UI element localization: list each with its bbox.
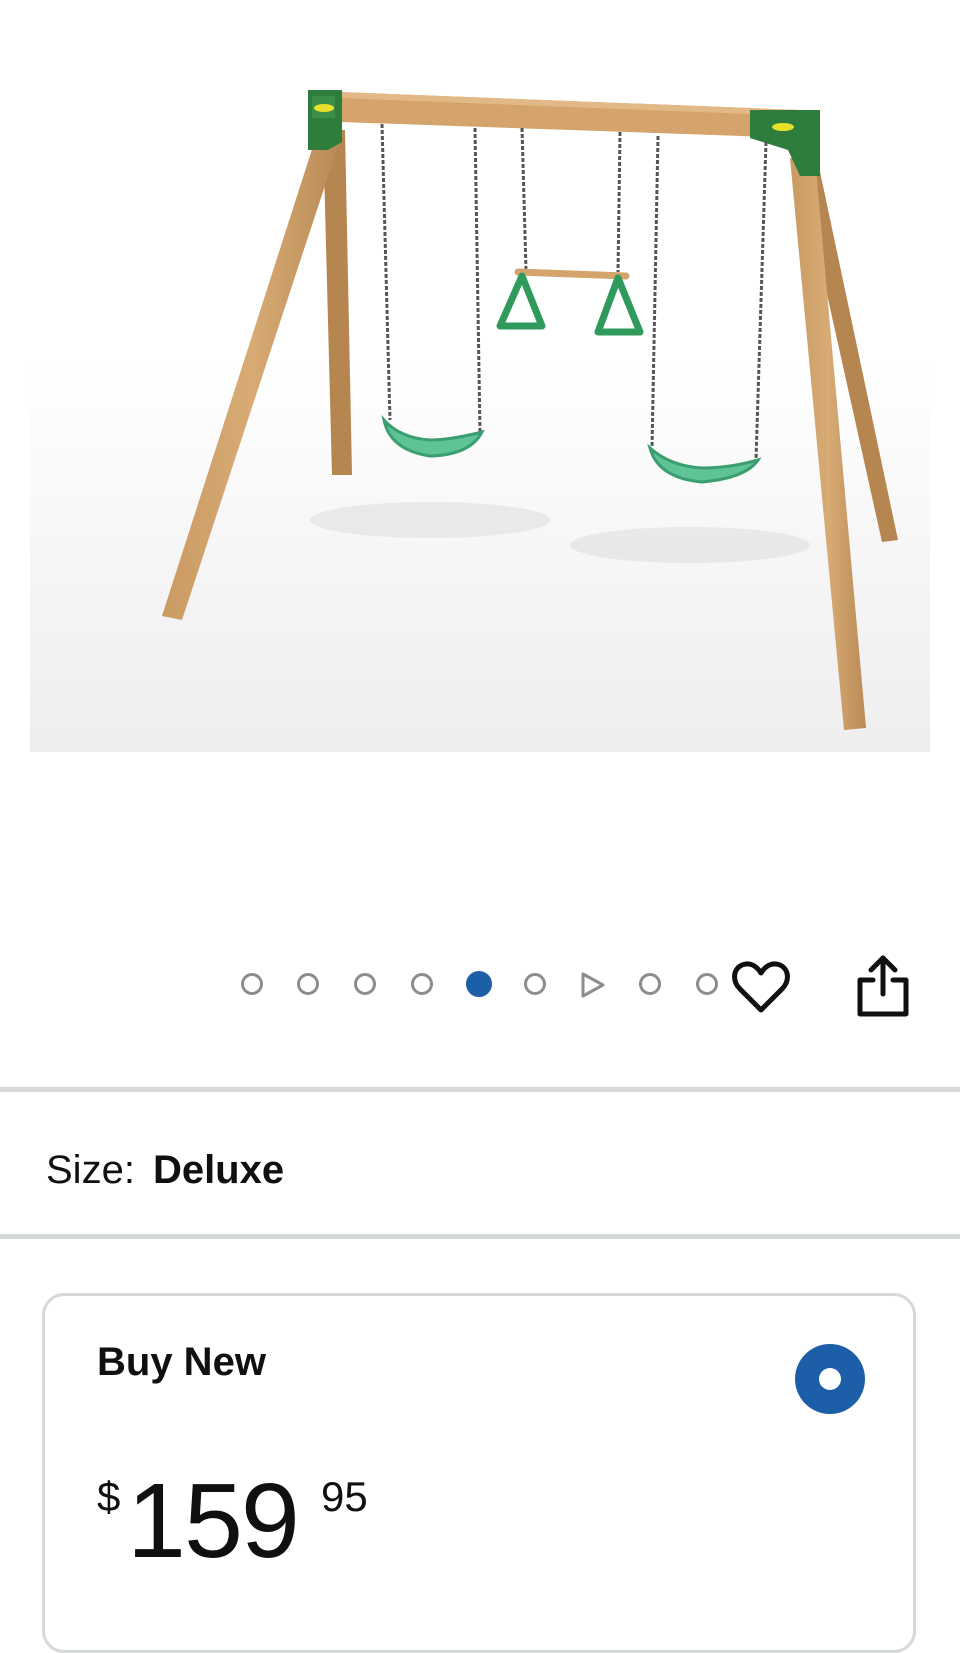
carousel-video-icon[interactable] (578, 971, 606, 999)
carousel-dot[interactable] (411, 973, 433, 995)
image-carousel-controls (0, 950, 960, 1020)
heart-icon[interactable] (730, 956, 792, 1018)
buy-new-option[interactable]: Buy New $ 159 95 (42, 1293, 916, 1653)
price-fraction: 95 (321, 1473, 368, 1520)
carousel-dot[interactable] (524, 973, 546, 995)
carousel-dot-active[interactable] (466, 971, 492, 997)
radio-selected-indicator (819, 1368, 841, 1390)
size-value: Deluxe (152, 1148, 285, 1192)
buy-new-title: Buy New (97, 1340, 266, 1384)
product-image[interactable] (30, 0, 930, 752)
carousel-dot[interactable] (297, 973, 319, 995)
carousel-dot[interactable] (696, 973, 718, 995)
section-divider (0, 1087, 960, 1092)
buy-new-radio[interactable] (795, 1344, 865, 1414)
size-label: Size: (46, 1148, 135, 1192)
size-selector[interactable]: Size: Deluxe (46, 1140, 284, 1200)
carousel-dot[interactable] (354, 973, 376, 995)
price-currency-symbol: $ (97, 1473, 121, 1520)
section-divider (0, 1234, 960, 1239)
carousel-dot[interactable] (241, 973, 263, 995)
carousel-dot[interactable] (639, 973, 661, 995)
price-whole: 159 (127, 1462, 300, 1580)
share-icon[interactable] (854, 952, 912, 1018)
